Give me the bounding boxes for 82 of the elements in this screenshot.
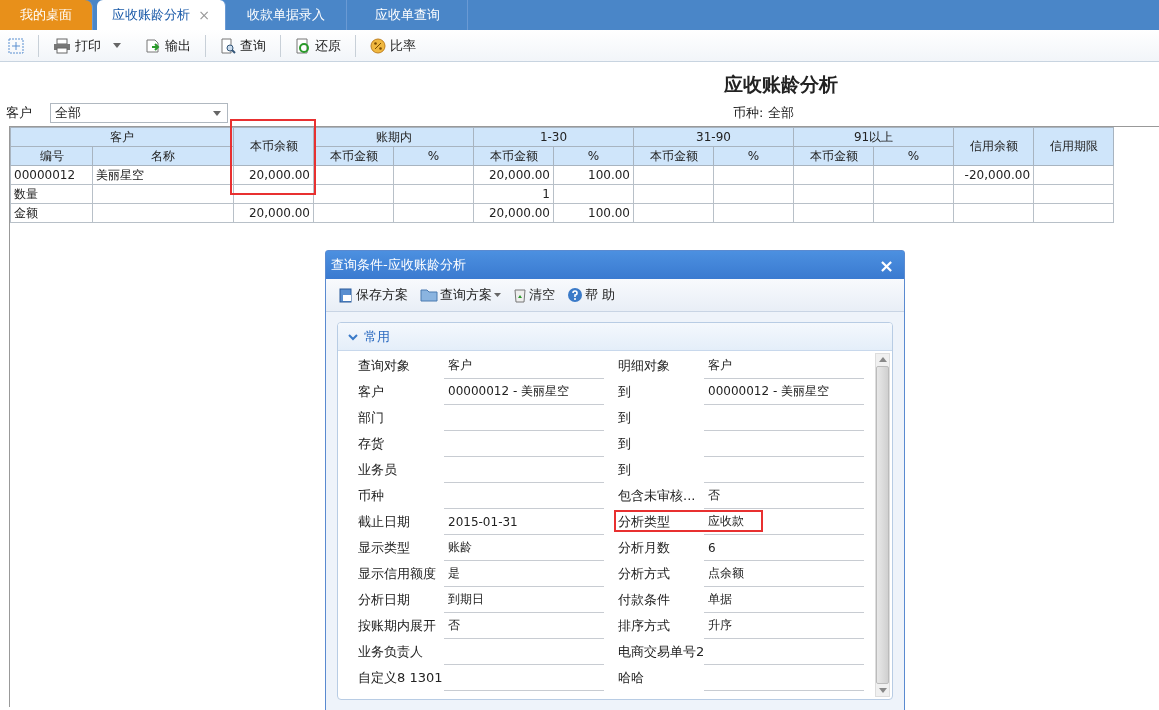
table-cell: 20,000.00 [233,165,314,185]
column-header: 信用余额 [953,127,1034,166]
field-label: 到 [618,383,632,401]
table-cell: 20,000.00 [233,203,314,223]
field-label: 截止日期 [358,513,411,531]
field-label: 业务负责人 [358,643,424,661]
column-header: 账期内 [313,127,474,147]
table-cell: -20,000.00 [953,165,1034,185]
toolbar-button[interactable]: 还原 [291,34,345,57]
table-cell: 1 [473,184,554,204]
table-cell: 20,000.00 [473,165,554,185]
field-label: 排序方式 [618,617,671,635]
field-label: 电商交易单号2 [618,643,704,661]
toolbar-button[interactable]: 帮 助 [567,286,616,304]
filter-label: 客户 [6,104,33,122]
field-label: 分析日期 [358,591,411,609]
table-cell: 100.00 [553,203,634,223]
table-cell: 20,000.00 [473,203,554,223]
field-label: 业务员 [358,461,398,479]
column-header: 本币余额 [233,127,314,166]
field-label: 部门 [358,409,385,427]
input-field[interactable]: 到期日 [444,587,604,613]
field-label: 分析月数 [618,539,671,557]
input-field[interactable]: 2015-01-31 [444,509,604,535]
input-field[interactable]: 是 [444,561,604,587]
field-label: 币种 [358,487,385,505]
field-label: 分析方式 [618,565,671,583]
field-label: 存货 [358,435,385,453]
tab-label: 收款单据录入 [247,6,325,24]
table-cell: 00000012 [10,165,93,185]
column-header: 91以上 [793,127,954,147]
input-field[interactable]: 点余额 [704,561,864,587]
field-label: 到 [618,435,632,453]
input-field[interactable]: 否 [704,483,864,509]
table-cell: 美丽星空 [92,165,234,185]
report-title: 应收账龄分析 [724,72,838,97]
field-label: 到 [618,409,632,427]
customer-dropdown[interactable]: 全部 [50,103,228,123]
column-header: 1-30 [473,127,634,147]
tab[interactable]: 应收账龄分析 × [97,0,226,30]
column-header: 信用期限 [1033,127,1114,166]
field-label: 分析类型 [618,513,671,531]
field-label: 到 [618,461,632,479]
field-label: 显示信用额度 [358,565,437,583]
input-field[interactable]: 单据 [704,587,864,613]
toolbar-button[interactable]: 查询 [216,34,270,57]
field-label: 查询对象 [358,357,411,375]
table-cell: 数量 [10,184,93,204]
dialog-title: 查询条件-应收账龄分析 [331,256,466,274]
input-field[interactable]: 6 [704,535,864,561]
input-field[interactable]: 升序 [704,613,864,639]
toolbar-button[interactable]: 比率 [366,34,420,57]
table-cell: 金额 [10,203,93,223]
field-label: 付款条件 [618,591,671,609]
tab-label: 应收单查询 [374,6,440,24]
close-button[interactable]: × [872,253,900,277]
input-field[interactable]: 账龄 [444,535,604,561]
column-header: 31-90 [633,127,794,147]
field-label: 哈哈 [618,669,645,687]
field-label: 包含未审核... [618,487,697,505]
currency-label: 币种: 全部 [733,104,794,122]
section-header[interactable]: 常用 [338,323,892,351]
field-label: 自定义8 1301 [358,669,444,687]
toolbar-button[interactable]: 查询方案 [420,286,501,304]
field-label: 按账期内展开 [358,617,437,635]
tab-label: 我的桌面 [20,6,72,24]
field-label: 明细对象 [618,357,671,375]
column-header: 客户 [10,127,234,147]
input-field[interactable]: 应收款 [704,509,864,535]
input-field[interactable]: 客户 [704,353,864,379]
tab-label: 应收账龄分析 [112,6,191,24]
toolbar-button[interactable]: 打印 [49,34,125,57]
input-field[interactable]: 客户 [444,353,604,379]
input-field[interactable]: 00000012 - 美丽星空 [444,379,604,405]
input-field[interactable]: 否 [444,613,604,639]
toolbar-button[interactable]: 输出 [141,34,195,57]
input-field[interactable]: 00000012 - 美丽星空 [704,379,864,405]
field-label: 显示类型 [358,539,411,557]
table-cell: 100.00 [553,165,634,185]
toolbar-button[interactable]: 清空 [513,286,555,304]
field-label: 客户 [358,383,385,401]
toolbar-button[interactable]: 保存方案 [338,286,408,304]
